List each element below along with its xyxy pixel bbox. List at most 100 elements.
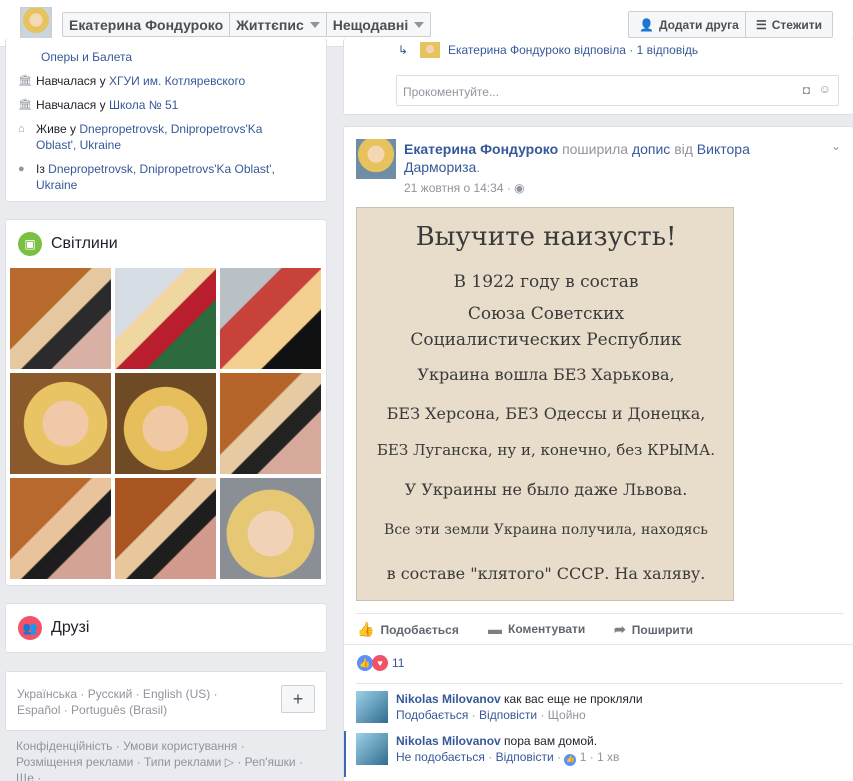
reply-avatar <box>420 42 440 58</box>
about-education-1: 🏛 Навчалася у ХГУИ им. Котляревского <box>18 73 291 89</box>
education-icon: 🏛 <box>18 99 32 111</box>
language-list[interactable]: Українська · Русский · English (US) · Es… <box>17 686 257 718</box>
tab-timeline[interactable]: Життєпис <box>230 13 327 36</box>
photos-title: Світлини <box>51 235 118 252</box>
footer-line[interactable]: Розміщення реклами · Типи реклами ▷ · Ре… <box>16 754 316 770</box>
like-button[interactable]: 👍 Подобається <box>357 621 459 638</box>
photo-thumbnail[interactable] <box>115 373 216 474</box>
comment-button[interactable]: ▬ Коментувати <box>488 621 585 637</box>
reactions-summary[interactable]: 👍 ♥ 11 <box>357 655 404 671</box>
replies-link[interactable]: Екатерина Фондуроко відповіла · 1 відпов… <box>448 43 698 57</box>
photo-thumbnail[interactable] <box>10 268 111 369</box>
chevron-down-icon <box>414 21 425 28</box>
follow-button[interactable]: ☰ Стежити <box>745 11 833 38</box>
photos-icon: ▣ <box>18 232 42 256</box>
about-prefix: Живе у <box>36 122 80 136</box>
about-education-2: 🏛 Навчалася у Школа № 51 <box>18 97 291 113</box>
thumbs-up-icon: 👍 <box>357 621 375 637</box>
friends-title: Друзі <box>51 619 90 636</box>
shared-post: Екатерина Фондуроко поширила допис від В… <box>343 126 853 781</box>
globe-icon: ◉ <box>514 181 525 195</box>
about-prefix: Із <box>36 162 49 176</box>
comment-placeholder: Прокоментуйте... <box>403 85 499 99</box>
comment-reply-link[interactable]: Відповісти <box>496 750 554 764</box>
profile-tabs: Екатерина Фондуроко Життєпис Нещодавні <box>62 12 432 37</box>
like-label: Подобається <box>380 622 459 637</box>
previous-post-fragment: ↳ Екатерина Фондуроко відповіла · 1 відп… <box>343 38 853 115</box>
chevron-down-icon <box>309 21 320 28</box>
commenter-name[interactable]: Nikolas Milovanov <box>396 692 501 706</box>
language-links-1[interactable]: Українська · Русский · English (US) · <box>17 686 257 702</box>
image-text-line: В 1922 году в состав <box>453 272 639 292</box>
post-author-avatar[interactable] <box>356 139 396 179</box>
profile-name-tab[interactable]: Екатерина Фондуроко <box>63 13 231 36</box>
tab-recent-label: Нещодавні <box>332 16 409 33</box>
education-icon: 🏛 <box>18 75 32 87</box>
emoji-icon[interactable]: ☺ <box>819 82 831 96</box>
about-partial-link[interactable]: Оперы и Балета <box>41 50 132 64</box>
follow-label: Стежити <box>771 17 822 32</box>
commenter-name[interactable]: Nikolas Milovanov <box>396 734 501 748</box>
about-lives-in: ⌂ Живе у Dnepropetrovsk, Dnipropetrovs'K… <box>18 121 291 153</box>
chevron-down-icon[interactable]: ⌄ <box>831 139 841 153</box>
about-prefix: Навчалася у <box>36 74 109 88</box>
commenter-avatar[interactable] <box>356 691 388 723</box>
post-header: Екатерина Фондуроко поширила допис від В… <box>404 141 750 175</box>
language-links-2[interactable]: Español · Português (Brasil) <box>17 702 257 718</box>
shared-post-link[interactable]: допис <box>632 141 670 157</box>
about-prefix: Навчалася у <box>36 98 109 112</box>
tab-timeline-label: Життєпис <box>236 16 304 33</box>
divider <box>356 683 843 684</box>
comment-time[interactable]: 1 хв <box>597 750 619 764</box>
image-text-line: Союза Советских <box>467 304 625 324</box>
reply-arrow-icon: ↳ <box>398 43 409 57</box>
comment-like-count[interactable]: 1 <box>580 750 587 764</box>
photo-thumbnail[interactable] <box>220 268 321 369</box>
share-button[interactable]: ➦ Поширити <box>614 621 693 638</box>
photo-thumbnail[interactable] <box>10 373 111 474</box>
footer-line[interactable]: Ще · <box>16 770 316 781</box>
post-author-link[interactable]: Екатерина Фондуроко <box>404 141 558 157</box>
add-language-button[interactable]: + <box>281 685 315 713</box>
friends-header[interactable]: 👥 Друзі <box>18 616 89 640</box>
add-friend-icon: 👤 <box>639 17 654 32</box>
comment-item: Nikolas Milovanov как вас еще не проклял… <box>356 691 643 723</box>
footer-line[interactable]: Конфіденційність · Умови користування · <box>16 738 316 754</box>
photo-thumbnail[interactable] <box>115 268 216 369</box>
post-image[interactable]: Выучите наизусть! В 1922 году в состав С… <box>356 207 734 601</box>
about-link-school[interactable]: ХГУИ им. Котляревского <box>109 74 245 88</box>
comment-reply-link[interactable]: Відповісти <box>479 708 537 722</box>
comment-time[interactable]: Щойно <box>548 708 586 722</box>
comment-like-link[interactable]: Подобається <box>396 708 468 722</box>
post-time-text[interactable]: 21 жовтня о 14:34 · <box>404 181 511 195</box>
photo-thumbnail[interactable] <box>220 373 321 474</box>
comment-input[interactable]: Прокоментуйте... ◘ ☺ <box>396 75 839 106</box>
image-text-line: Украина вошла БЕЗ Харькова, <box>417 365 675 384</box>
add-friend-button[interactable]: 👤 Додати друга <box>628 11 750 38</box>
about-link-hometown[interactable]: Dnepropetrovsk, Dnipropetrovs'Ka Oblast'… <box>36 162 275 192</box>
highlight-bar <box>344 731 346 777</box>
photos-header[interactable]: ▣ Світлини <box>18 232 118 256</box>
profile-avatar[interactable] <box>20 7 52 39</box>
tab-recent[interactable]: Нещодавні <box>327 13 431 36</box>
friends-card: 👥 Друзі <box>5 603 327 653</box>
add-friend-label: Додати друга <box>658 17 739 32</box>
camera-icon[interactable]: ◘ <box>803 83 810 97</box>
photo-thumbnail[interactable] <box>115 478 216 579</box>
image-text-line: в составе "клятого" СССР. На халяву. <box>386 564 706 583</box>
image-text-line: Выучите наизусть! <box>415 222 677 252</box>
footer-links: Конфіденційність · Умови користування · … <box>16 738 316 781</box>
reactions-count[interactable]: 11 <box>392 656 404 670</box>
post-action-text: поширила <box>562 141 629 157</box>
about-link-school[interactable]: Школа № 51 <box>109 98 178 112</box>
about-from: ● Із Dnepropetrovsk, Dnipropetrovs'Ka Ob… <box>18 161 291 193</box>
intro-card: Оперы и Балета 🏛 Навчалася у ХГУИ им. Ко… <box>5 38 327 202</box>
photo-thumbnail[interactable] <box>10 478 111 579</box>
post-timestamp[interactable]: 21 жовтня о 14:34 · ◉ <box>404 181 525 195</box>
photo-thumbnail[interactable] <box>220 478 321 579</box>
post-from-text: від <box>674 141 693 157</box>
like-reaction-icon: 👍 <box>357 655 373 671</box>
commenter-avatar[interactable] <box>356 733 388 765</box>
divider <box>344 644 853 645</box>
comment-unlike-link[interactable]: Не подобається <box>396 750 485 764</box>
